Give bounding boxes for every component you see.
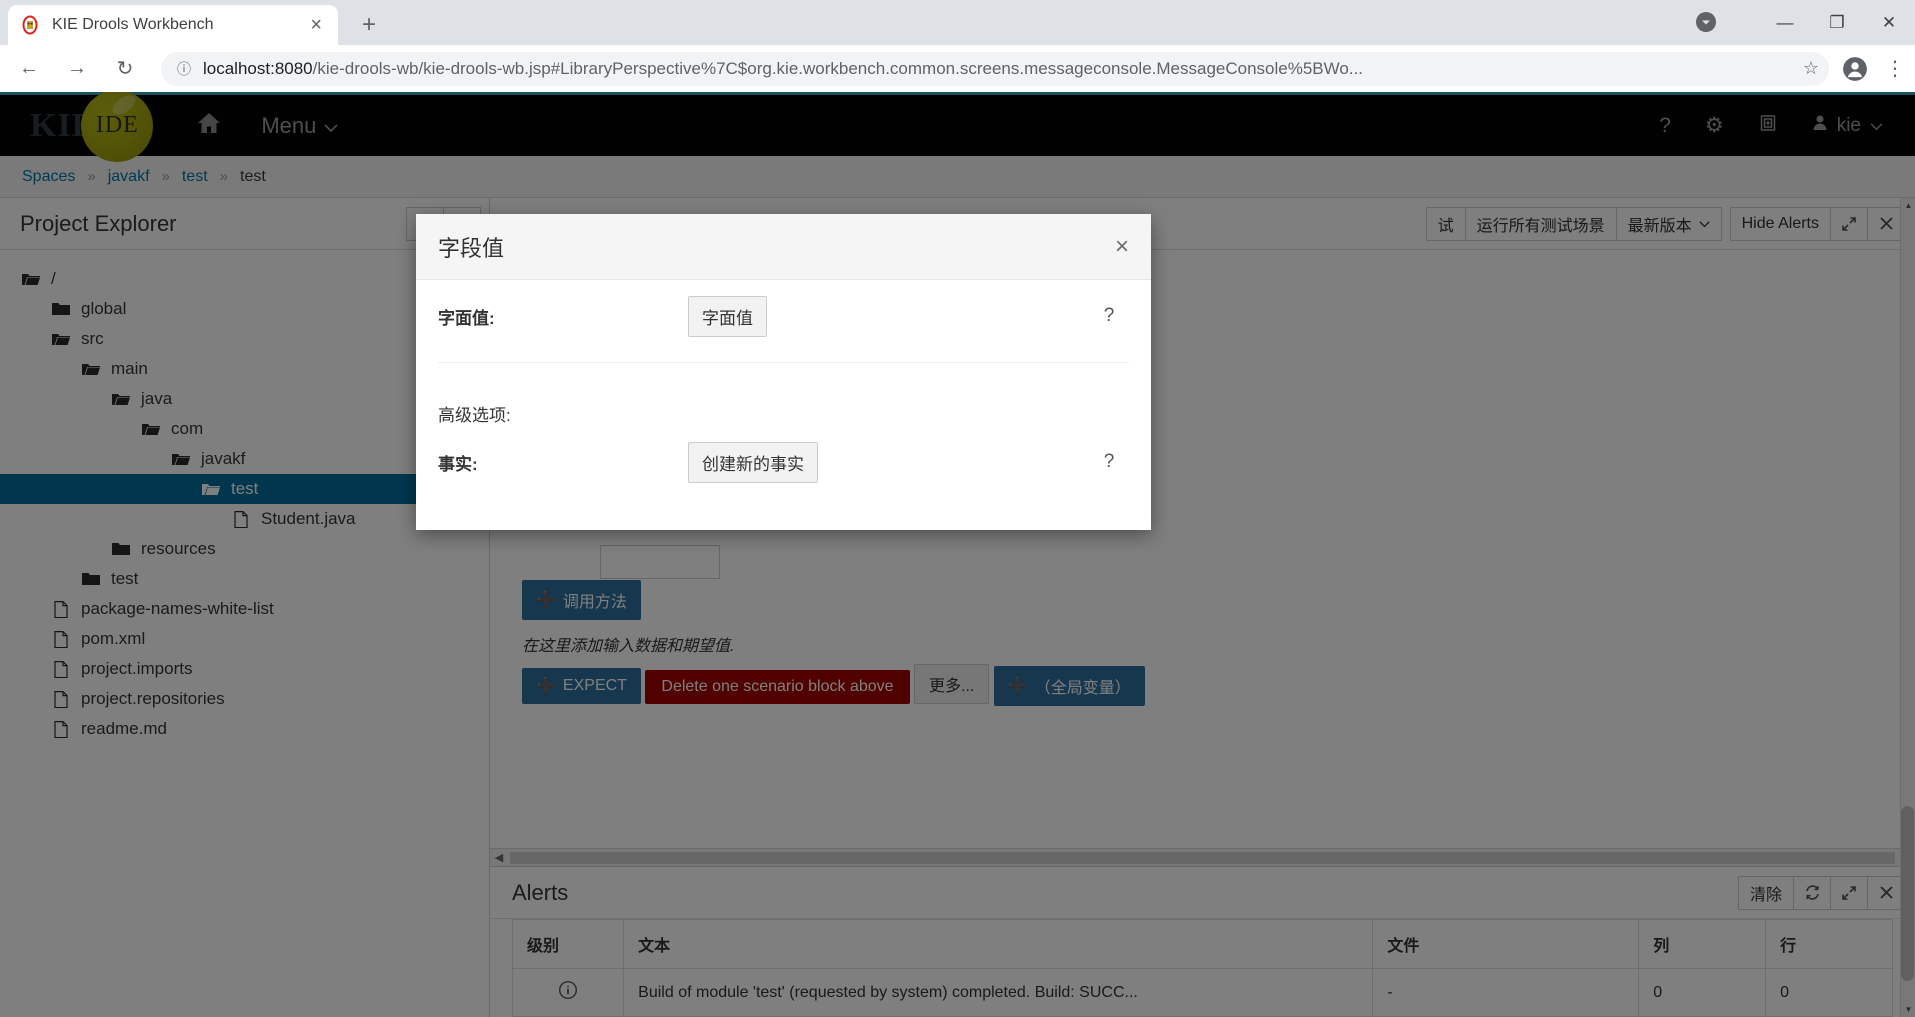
browser-menu-button[interactable]: ⋮ — [1875, 59, 1915, 79]
reload-button[interactable]: ↻ — [106, 50, 144, 88]
fact-control: 创建新的事实 — [688, 441, 1089, 483]
advanced-options-label: 高级选项: — [438, 406, 511, 425]
fact-row: 事实: 创建新的事实 ? — [438, 426, 1129, 498]
window-controls: — ❐ ✕ — [1715, 0, 1915, 45]
literal-value-button[interactable]: 字面值 — [688, 295, 767, 337]
literal-value-row: 字面值: 字面值 ? — [438, 280, 1129, 352]
browser-tab[interactable]: KIE Drools Workbench × — [8, 5, 338, 45]
window-maximize-button[interactable]: ❐ — [1811, 0, 1863, 45]
create-new-fact-button[interactable]: 创建新的事实 — [688, 441, 818, 483]
tabstrip: KIE Drools Workbench × + — [0, 0, 1915, 45]
url-path: /kie-drools-wb/kie-drools-wb.jsp#Library… — [312, 58, 1364, 78]
literal-value-help-icon[interactable]: ? — [1089, 305, 1129, 327]
new-tab-button[interactable]: + — [352, 12, 386, 40]
modal-divider — [438, 362, 1129, 363]
back-button[interactable]: ← — [10, 50, 48, 88]
close-icon[interactable]: × — [1115, 234, 1129, 259]
browser-toolbar: ← → ↻ ⓘ localhost:8080/kie-drools-wb/kie… — [0, 45, 1915, 92]
browser-profile-avatar[interactable] — [1835, 56, 1875, 82]
fact-label: 事实: — [438, 454, 478, 474]
window-minimize-button[interactable]: — — [1759, 0, 1811, 45]
kie-favicon-icon — [20, 15, 40, 35]
kie-workbench-app: KIE IDE Menu ? ⚙ — [0, 92, 1915, 1017]
window-close-button[interactable]: ✕ — [1863, 0, 1915, 45]
site-info-icon[interactable]: ⓘ — [177, 59, 191, 79]
fact-help-icon[interactable]: ? — [1089, 451, 1129, 473]
address-bar[interactable]: ⓘ localhost:8080/kie-drools-wb/kie-drool… — [161, 51, 1829, 86]
modal-title: 字段值 — [438, 235, 505, 261]
literal-value-label: 字面值: — [438, 308, 495, 328]
tab-close-icon[interactable]: × — [306, 15, 326, 35]
modal-body: 字面值: 字面值 ? 高级选项: 事实: 创建新的事实 ? — [416, 280, 1151, 530]
browser-tab-strip: KIE Drools Workbench × + — ❐ ✕ — [0, 0, 1915, 45]
literal-value-control: 字面值 — [688, 295, 1089, 337]
address-bar-url: localhost:8080/kie-drools-wb/kie-drools-… — [203, 59, 1793, 79]
browser-tab-title: KIE Drools Workbench — [52, 16, 214, 33]
forward-button[interactable]: → — [58, 50, 96, 88]
url-host: localhost:8080 — [203, 58, 313, 78]
modal-header: 字段值 × — [416, 214, 1151, 280]
bookmark-star-icon[interactable]: ☆ — [1803, 58, 1819, 79]
field-value-modal: 字段值 × 字面值: 字面值 ? 高级选项: 事实: 创建新的事实 ? — [416, 214, 1151, 530]
